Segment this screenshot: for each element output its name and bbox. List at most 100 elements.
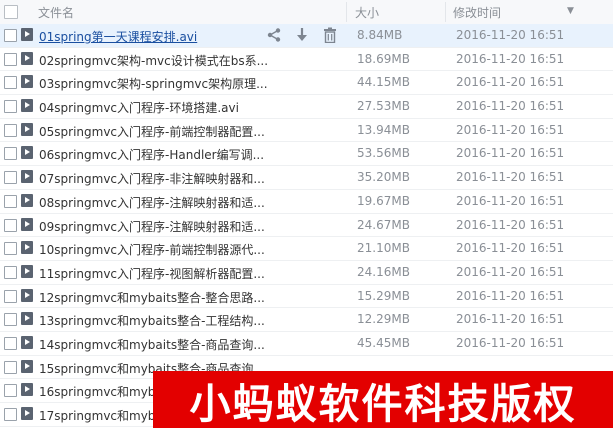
- file-list-window: 文件名 大小 修改时间 ▼ 01spring第一天课程安排.avi 8.84MB…: [0, 0, 613, 428]
- select-all-checkbox[interactable]: [4, 5, 18, 19]
- file-row[interactable]: 01spring第一天课程安排.avi 8.84MB 2016-11-20 16…: [0, 24, 613, 48]
- file-size: 24.16MB: [357, 264, 410, 279]
- video-file-icon: [21, 264, 33, 278]
- file-size: 21.10MB: [357, 241, 410, 256]
- file-modified-time: 2016-11-20 16:51: [456, 264, 565, 279]
- video-file-icon: [21, 99, 33, 113]
- row-checkbox[interactable]: [4, 265, 17, 279]
- column-size-header[interactable]: 大小: [355, 4, 379, 21]
- video-file-icon: [21, 407, 33, 420]
- column-header: 文件名 大小 修改时间 ▼: [0, 0, 613, 25]
- file-row[interactable]: 04springmvc入门程序-环境搭建.avi 27.53MB 2016-11…: [0, 95, 613, 119]
- file-name[interactable]: 07springmvc入门程序-非注解映射器和...: [39, 170, 265, 187]
- file-row[interactable]: 09springmvc入门程序-注解映射器和适... 24.67MB 2016-…: [0, 214, 613, 238]
- file-modified-time: 2016-11-20 16:51: [456, 193, 565, 208]
- file-modified-time: 2016-11-20 16:51: [456, 312, 565, 327]
- file-row[interactable]: 13springmvc和mybaits整合-工程结构... 12.29MB 20…: [0, 308, 613, 332]
- row-checkbox[interactable]: [4, 218, 17, 232]
- row-checkbox[interactable]: [4, 289, 17, 303]
- file-name[interactable]: 10springmvc入门程序-前端控制器源代...: [39, 241, 265, 258]
- file-row[interactable]: 11springmvc入门程序-视图解析器配置... 24.16MB 2016-…: [0, 261, 613, 285]
- file-row[interactable]: 14springmvc和mybaits整合-商品查询... 45.45MB 20…: [0, 332, 613, 356]
- file-row[interactable]: 05springmvc入门程序-前端控制器配置... 13.94MB 2016-…: [0, 119, 613, 143]
- file-name[interactable]: 08springmvc入门程序-注解映射器和适...: [39, 194, 265, 211]
- file-name[interactable]: 04springmvc入门程序-环境搭建.avi: [39, 99, 239, 116]
- file-row[interactable]: 03springmvc架构-springmvc架构原理... 44.15MB 2…: [0, 71, 613, 96]
- row-checkbox[interactable]: [4, 147, 17, 161]
- file-size: 53.56MB: [357, 146, 410, 161]
- row-checkbox[interactable]: [4, 194, 17, 208]
- share-icon[interactable]: [266, 27, 282, 43]
- file-row[interactable]: 07springmvc入门程序-非注解映射器和... 35.20MB 2016-…: [0, 166, 613, 190]
- row-checkbox[interactable]: [4, 336, 17, 350]
- delete-icon[interactable]: [322, 27, 338, 44]
- file-name[interactable]: 05springmvc入门程序-前端控制器配置...: [39, 123, 265, 140]
- video-file-icon: [21, 51, 33, 65]
- row-checkbox[interactable]: [4, 76, 17, 90]
- column-divider[interactable]: [346, 2, 347, 22]
- file-name[interactable]: 12springmvc和mybaits整合-整合思路...: [39, 289, 265, 306]
- video-file-icon: [21, 312, 33, 326]
- file-name[interactable]: 11springmvc入门程序-视图解析器配置...: [39, 265, 265, 282]
- file-name[interactable]: 01spring第一天课程安排.avi: [39, 28, 197, 45]
- row-checkbox[interactable]: [4, 313, 17, 327]
- file-modified-time: 2016-11-20 16:51: [456, 288, 565, 303]
- watermark-banner: 小蚂蚁软件科技版权: [153, 371, 613, 428]
- row-checkbox[interactable]: [4, 408, 17, 421]
- video-file-icon: [21, 193, 33, 207]
- file-row[interactable]: 06springmvc入门程序-Handler编写调... 53.56MB 20…: [0, 142, 613, 167]
- file-name[interactable]: 03springmvc架构-springmvc架构原理...: [39, 75, 268, 92]
- file-name[interactable]: 13springmvc和mybaits整合-工程结构...: [39, 312, 265, 329]
- download-icon[interactable]: [294, 27, 310, 43]
- file-modified-time: 2016-11-20 16:51: [456, 335, 565, 350]
- file-modified-time: 2016-11-20 16:51: [456, 241, 565, 256]
- file-modified-time: 2016-11-20 16:51: [456, 122, 565, 137]
- row-checkbox[interactable]: [4, 242, 17, 256]
- video-file-icon: [21, 383, 33, 397]
- file-modified-time: 2016-11-20 16:51: [456, 217, 565, 232]
- video-file-icon: [21, 217, 33, 231]
- column-name-header[interactable]: 文件名: [38, 4, 74, 21]
- video-file-icon: [21, 288, 33, 302]
- row-checkbox[interactable]: [4, 384, 17, 398]
- video-file-icon: [21, 170, 33, 184]
- file-row[interactable]: 12springmvc和mybaits整合-整合思路... 15.29MB 20…: [0, 285, 613, 309]
- video-file-icon: [21, 359, 33, 373]
- file-row[interactable]: 08springmvc入门程序-注解映射器和适... 19.67MB 2016-…: [0, 190, 613, 214]
- row-checkbox[interactable]: [4, 360, 17, 374]
- file-modified-time: 2016-11-20 16:51: [456, 99, 565, 114]
- row-checkbox[interactable]: [4, 171, 17, 185]
- file-size: 13.94MB: [357, 122, 410, 137]
- video-file-icon: [21, 75, 33, 89]
- file-size: 12.29MB: [357, 312, 410, 327]
- file-list: 01spring第一天课程安排.avi 8.84MB 2016-11-20 16…: [0, 24, 613, 427]
- file-modified-time: 2016-11-20 16:51: [456, 75, 565, 90]
- sort-down-icon[interactable]: ▼: [567, 6, 574, 16]
- file-row[interactable]: 02springmvc架构-mvc设计模式在bs系... 18.69MB 201…: [0, 48, 613, 72]
- file-size: 18.69MB: [357, 51, 410, 66]
- video-file-icon: [21, 335, 33, 349]
- file-size: 35.20MB: [357, 170, 410, 185]
- video-file-icon: [21, 28, 33, 41]
- file-size: 44.15MB: [357, 75, 410, 90]
- file-size: 15.29MB: [357, 288, 410, 303]
- file-name[interactable]: 09springmvc入门程序-注解映射器和适...: [39, 218, 265, 235]
- column-time-header[interactable]: 修改时间: [453, 4, 501, 21]
- file-modified-time: 2016-11-20 16:51: [456, 146, 565, 161]
- column-divider[interactable]: [445, 2, 446, 22]
- file-name[interactable]: 14springmvc和mybaits整合-商品查询...: [39, 336, 265, 353]
- row-checkbox[interactable]: [4, 123, 17, 137]
- file-modified-time: 2016-11-20 16:51: [456, 170, 565, 185]
- file-name[interactable]: 02springmvc架构-mvc设计模式在bs系...: [39, 52, 268, 69]
- row-checkbox[interactable]: [4, 29, 17, 42]
- file-modified-time: 2016-11-20 16:51: [456, 51, 565, 66]
- row-checkbox[interactable]: [4, 52, 17, 66]
- file-row[interactable]: 10springmvc入门程序-前端控制器源代... 21.10MB 2016-…: [0, 237, 613, 261]
- row-checkbox[interactable]: [4, 100, 17, 114]
- file-size: 45.45MB: [357, 335, 410, 350]
- video-file-icon: [21, 241, 33, 255]
- video-file-icon: [21, 146, 33, 160]
- file-name[interactable]: 06springmvc入门程序-Handler编写调...: [39, 146, 264, 163]
- video-file-icon: [21, 122, 33, 136]
- file-size: 19.67MB: [357, 193, 410, 208]
